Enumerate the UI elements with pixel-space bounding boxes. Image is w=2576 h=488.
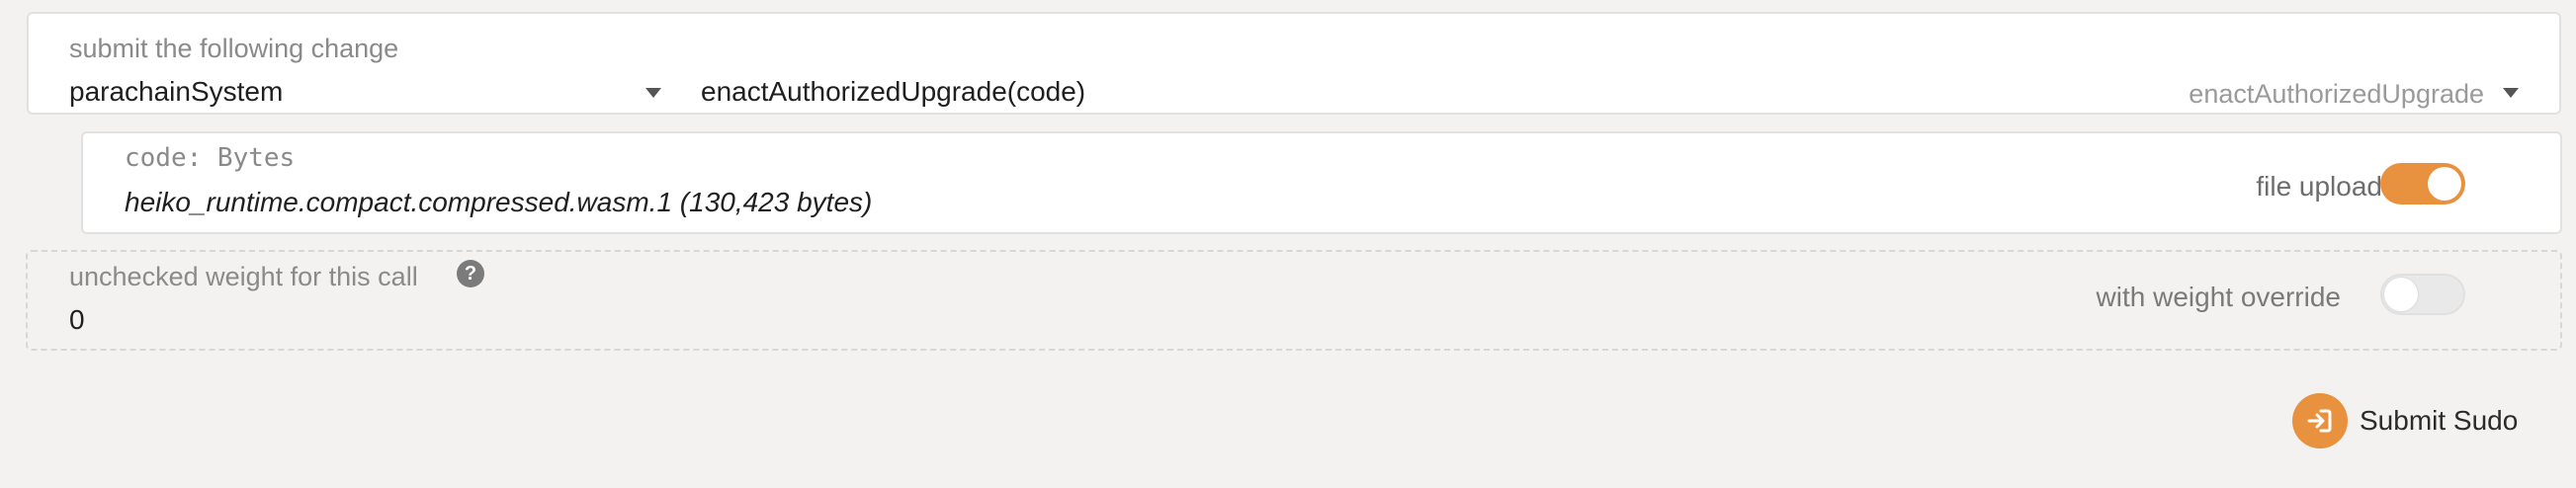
weight-override-toggle[interactable]	[2380, 274, 2465, 315]
toggle-knob	[2428, 167, 2461, 201]
submit-sudo-label: Submit Sudo	[2360, 405, 2519, 436]
code-param-field[interactable]: code: Bytes heiko_runtime.compact.compre…	[81, 131, 2562, 234]
method-dropdown[interactable]: enactAuthorizedUpgrade(code)	[701, 78, 1085, 106]
method-dropdown-selected[interactable]: enactAuthorizedUpgrade	[2189, 79, 2484, 110]
toggle-knob	[2384, 278, 2418, 311]
code-param-label: code: Bytes	[125, 143, 296, 173]
weight-field: unchecked weight for this call ? 0 with …	[26, 250, 2562, 351]
sign-in-icon	[2292, 393, 2348, 448]
section-dropdown[interactable]: parachainSystem	[69, 78, 283, 106]
extrinsic-selector: submit the following change parachainSys…	[27, 12, 2561, 115]
section-dropdown-chevron-icon[interactable]	[645, 88, 661, 98]
file-upload-label: file upload	[2256, 171, 2382, 202]
extrinsic-label: submit the following change	[69, 34, 399, 63]
method-dropdown-chevron-icon[interactable]	[2503, 88, 2519, 98]
weight-override-label: with weight override	[2096, 282, 2341, 312]
submit-sudo-button[interactable]: Submit Sudo	[2292, 393, 2518, 448]
weight-value: 0	[69, 304, 85, 335]
code-file-value[interactable]: heiko_runtime.compact.compressed.wasm.1 …	[125, 187, 872, 218]
file-upload-toggle[interactable]	[2380, 163, 2465, 204]
weight-label: unchecked weight for this call	[69, 262, 418, 291]
help-icon[interactable]: ?	[457, 260, 484, 287]
